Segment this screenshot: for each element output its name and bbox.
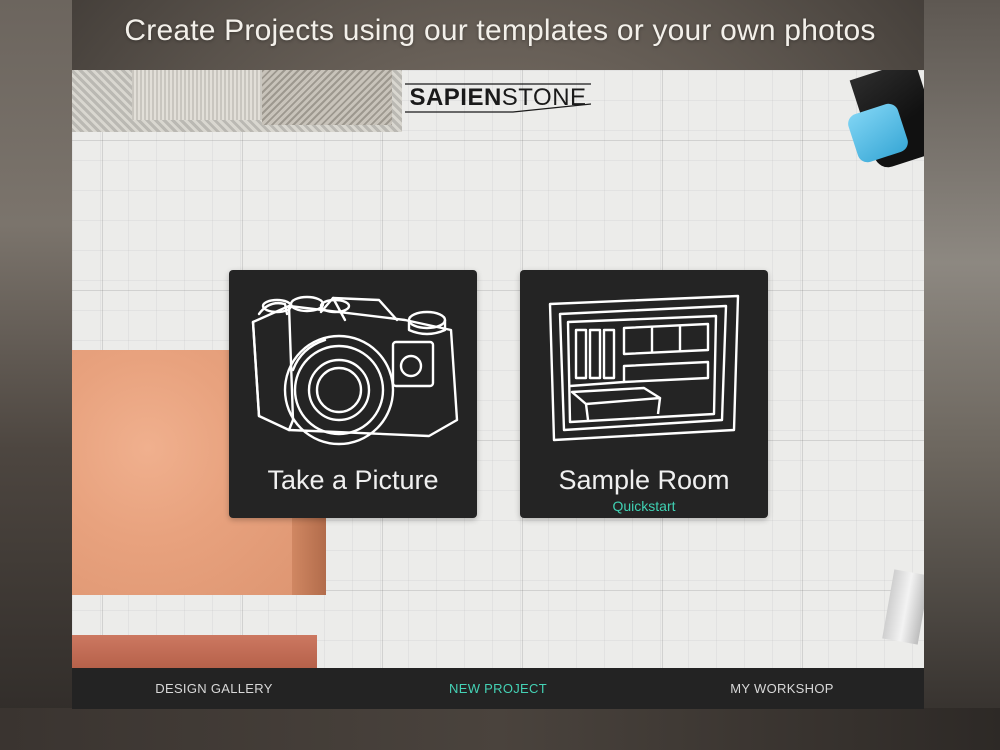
logo-lines-icon — [405, 83, 592, 113]
app-screen: SAPIEN STONE Take a Picture Sample Room … — [72, 70, 924, 709]
fabric-swatch — [132, 70, 262, 120]
tab-design-gallery[interactable]: DESIGN GALLERY — [72, 668, 356, 709]
sample-room-label: Sample Room — [558, 465, 730, 495]
camera-icon — [251, 295, 459, 446]
stone-sample-red — [72, 635, 317, 671]
fabric-swatch — [262, 70, 392, 125]
quickstart-label: Quickstart — [612, 498, 676, 514]
tab-new-project[interactable]: NEW PROJECT — [356, 668, 640, 709]
background-blur-bottom — [0, 708, 1000, 750]
brand-logo: SAPIEN STONE — [403, 80, 593, 116]
room-icon — [548, 294, 740, 442]
promo-headline: Create Projects using our templates or y… — [124, 14, 876, 47]
background-blur-left — [0, 0, 72, 750]
take-picture-card[interactable]: Take a Picture — [229, 270, 477, 518]
background-blur-right — [924, 0, 1000, 750]
sample-room-card[interactable]: Sample Room Quickstart — [520, 270, 768, 518]
tab-my-workshop[interactable]: MY WORKSHOP — [640, 668, 924, 709]
take-picture-label: Take a Picture — [267, 465, 439, 495]
bottom-tab-bar: DESIGN GALLERY NEW PROJECT MY WORKSHOP — [72, 668, 924, 709]
